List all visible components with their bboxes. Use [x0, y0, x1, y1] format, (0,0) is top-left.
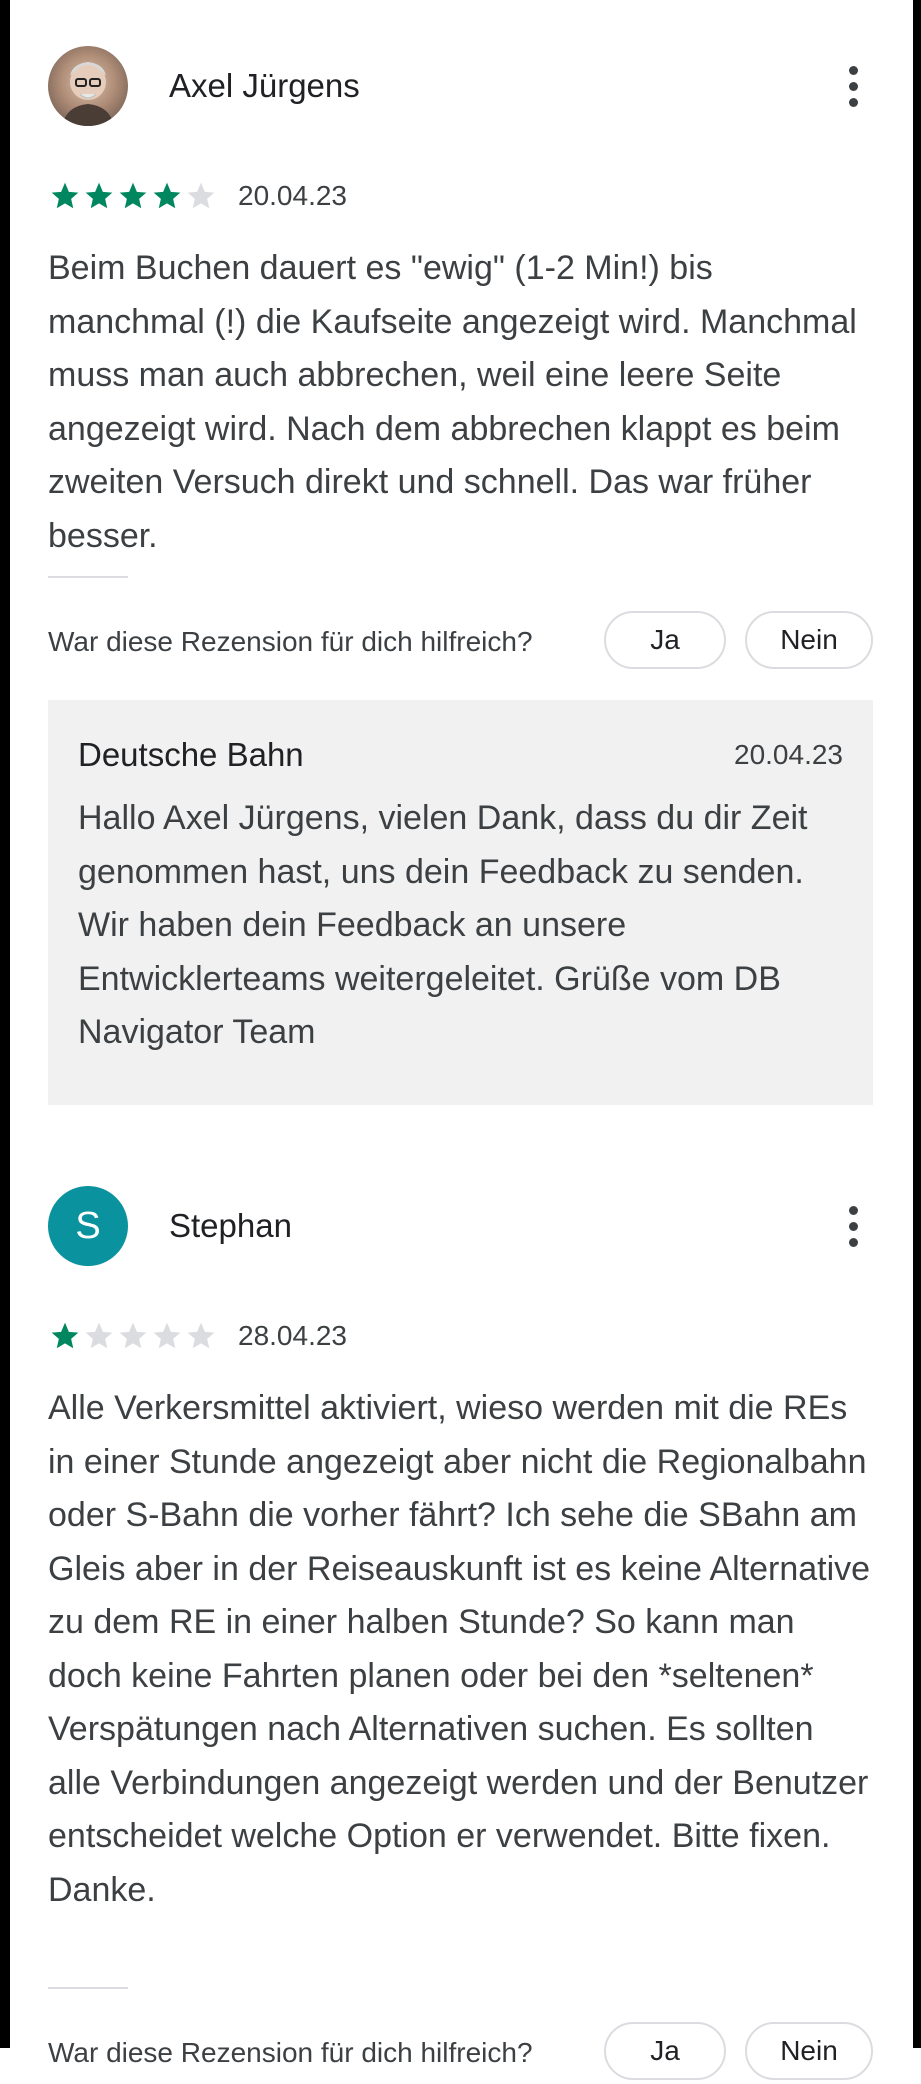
screen-edge-left — [0, 0, 10, 2048]
user-avatar[interactable] — [48, 46, 128, 126]
star-rating — [48, 180, 218, 212]
star-empty-icon — [187, 1322, 215, 1349]
star-empty-icon — [85, 1322, 113, 1349]
star-filled-icon — [85, 182, 113, 209]
developer-reply: Deutsche Bahn 20.04.23 Hallo Axel Jürgen… — [48, 700, 873, 1105]
helpful-no-button[interactable]: Nein — [745, 2022, 873, 2080]
review-text: Beim Buchen dauert es "ewig" (1-2 Min!) … — [48, 249, 857, 555]
review-header: S Stephan — [48, 1186, 873, 1266]
review-text: Alle Verkersmittel aktiviert, wieso werd… — [48, 1389, 871, 1909]
helpful-yes-button[interactable]: Ja — [604, 611, 726, 669]
helpful-row: War diese Rezension für dich hilfreich? … — [48, 2022, 873, 2084]
star-filled-icon — [119, 182, 147, 209]
reply-date: 20.04.23 — [734, 739, 843, 770]
rating-row: 28.04.23 — [48, 1318, 873, 1354]
review-card: S Stephan 28.04.23 Alle Verkersmittel ak… — [48, 1186, 873, 1917]
review-header: Axel Jürgens — [48, 46, 873, 126]
screen-edge-right — [913, 0, 921, 2048]
helpful-question: War diese Rezension für dich hilfreich? — [48, 626, 533, 657]
helpful-no-button[interactable]: Nein — [745, 611, 873, 669]
star-empty-icon — [153, 1322, 181, 1349]
review-date: 28.04.23 — [238, 1320, 347, 1351]
user-avatar[interactable]: S — [48, 1186, 128, 1266]
divider — [48, 576, 128, 578]
person-photo-icon — [62, 62, 114, 126]
more-options-icon[interactable] — [833, 56, 873, 116]
reply-text: Hallo Axel Jürgens, vielen Dank, dass du… — [78, 799, 808, 1051]
more-options-icon[interactable] — [833, 1196, 873, 1256]
avatar-letter: S — [75, 1204, 101, 1247]
review-author: Axel Jürgens — [169, 67, 360, 104]
reply-header: Deutsche Bahn 20.04.23 — [78, 736, 843, 774]
star-empty-icon — [187, 182, 215, 209]
divider — [48, 1987, 128, 1989]
helpful-row: War diese Rezension für dich hilfreich? … — [48, 611, 873, 673]
star-rating — [48, 1320, 218, 1352]
star-filled-icon — [51, 182, 79, 209]
star-filled-icon — [51, 1322, 79, 1349]
helpful-question: War diese Rezension für dich hilfreich? — [48, 2037, 533, 2068]
review-date: 20.04.23 — [238, 180, 347, 211]
review-card: Axel Jürgens 20.04.23 Beim Buchen dauert… — [48, 46, 873, 563]
helpful-yes-button[interactable]: Ja — [604, 2022, 726, 2080]
star-empty-icon — [119, 1322, 147, 1349]
review-author: Stephan — [169, 1207, 292, 1244]
rating-row: 20.04.23 — [48, 178, 873, 214]
star-filled-icon — [153, 182, 181, 209]
reply-author: Deutsche Bahn — [78, 736, 304, 773]
